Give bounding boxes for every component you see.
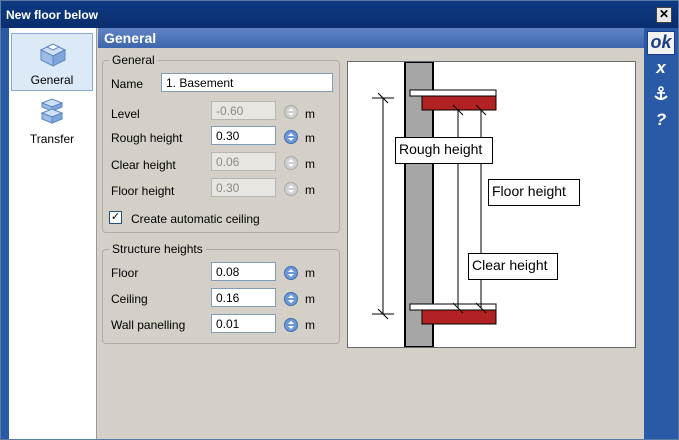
floor-transfer-icon xyxy=(40,98,64,124)
section-header: General xyxy=(98,28,645,48)
unit-label: m xyxy=(305,131,315,145)
floor-label: Floor xyxy=(111,266,139,280)
help-button[interactable]: ? xyxy=(647,108,675,132)
lower-slab-finish xyxy=(409,303,497,311)
floor-height-stepper xyxy=(284,182,298,196)
action-bar: ok x ? xyxy=(644,28,678,439)
rough-height-callout: Rough height xyxy=(395,137,493,164)
floor-height-callout: Floor height xyxy=(488,179,580,206)
wall-panelling-stepper[interactable] xyxy=(284,318,298,332)
upper-slab xyxy=(421,95,497,111)
sidebar-item-label: Transfer xyxy=(29,132,75,146)
structure-legend: Structure heights xyxy=(112,242,203,256)
unit-label: m xyxy=(305,107,315,121)
wall-panelling-field[interactable] xyxy=(211,314,276,333)
rough-height-label: Rough height xyxy=(111,131,183,145)
sidebar-item-general[interactable]: General xyxy=(11,33,93,91)
name-field[interactable] xyxy=(161,73,333,92)
cancel-button[interactable]: x xyxy=(647,56,675,80)
close-button[interactable]: ✕ xyxy=(656,7,672,23)
ok-button[interactable]: ok xyxy=(647,31,675,55)
ceiling-label: Ceiling xyxy=(111,292,148,306)
sidebar-item-transfer[interactable]: Transfer xyxy=(11,91,93,149)
floor-general-icon xyxy=(39,43,67,67)
unit-label: m xyxy=(305,266,315,280)
general-legend: General xyxy=(112,53,155,67)
wall-panelling-label: Wall panelling xyxy=(111,318,186,332)
anchor-icon xyxy=(654,86,668,100)
level-label: Level xyxy=(111,107,140,121)
clear-height-label: Clear height xyxy=(111,158,176,172)
height-diagram: Rough height Floor height Clear height xyxy=(347,61,636,348)
floor-thickness-field[interactable] xyxy=(211,262,276,281)
unit-label: m xyxy=(305,318,315,332)
floor-height-label: Floor height xyxy=(111,184,175,198)
unit-label: m xyxy=(305,157,315,171)
window-title: New floor below xyxy=(6,8,99,22)
clear-height-stepper xyxy=(284,156,298,170)
page-title: General xyxy=(104,30,157,46)
ceiling-thickness-stepper[interactable] xyxy=(284,292,298,306)
dialog-window: New floor below ✕ General Transfer Gener… xyxy=(0,0,679,440)
unit-label: m xyxy=(305,292,315,306)
rough-height-field[interactable] xyxy=(211,126,276,145)
ceiling-thickness-field[interactable] xyxy=(211,288,276,307)
level-field xyxy=(211,101,276,120)
left-accent-strip xyxy=(1,28,9,439)
sidebar: General Transfer xyxy=(9,28,97,439)
auto-ceiling-checkbox[interactable]: ✓ xyxy=(109,211,122,224)
clear-height-callout: Clear height xyxy=(468,253,558,280)
unit-label: m xyxy=(305,183,315,197)
anchor-button[interactable] xyxy=(647,82,675,106)
auto-ceiling-label: Create automatic ceiling xyxy=(131,212,260,226)
title-bar[interactable]: New floor below ✕ xyxy=(1,1,678,28)
name-label: Name xyxy=(111,77,144,91)
rough-height-stepper[interactable] xyxy=(284,130,298,144)
upper-slab-finish xyxy=(409,89,497,97)
sidebar-item-label: General xyxy=(30,73,74,87)
floor-thickness-stepper[interactable] xyxy=(284,266,298,280)
level-stepper xyxy=(284,105,298,119)
floor-height-field xyxy=(211,178,276,197)
clear-height-field xyxy=(211,152,276,171)
